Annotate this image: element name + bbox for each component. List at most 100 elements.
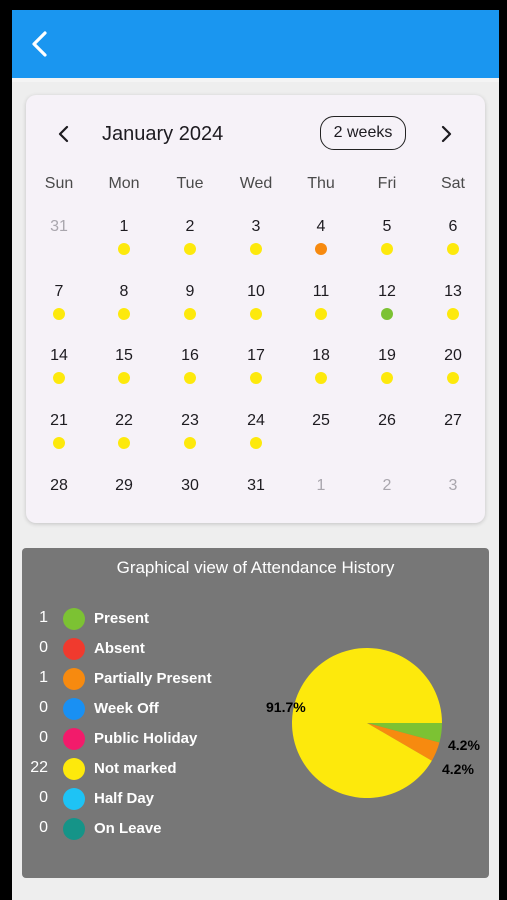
calendar-day-number: 5	[382, 218, 392, 235]
legend-label: On Leave	[94, 820, 162, 837]
calendar-day-number: 4	[316, 218, 326, 235]
calendar-day-number: 18	[312, 347, 330, 364]
attendance-pie-chart: 4.2% 4.2% 91.7%	[266, 648, 480, 798]
calendar-day-number: 31	[247, 477, 265, 494]
legend-color-dot	[63, 758, 85, 780]
calendar-day[interactable]: 22	[99, 411, 149, 461]
legend-label: Absent	[94, 640, 145, 657]
calendar-day[interactable]: 7	[34, 282, 84, 332]
legend-item-on-leave: 0 On Leave	[22, 816, 262, 842]
calendar-day[interactable]: 23	[165, 411, 215, 461]
attendance-marker-not-marked	[184, 243, 196, 255]
attendance-marker-not-marked	[447, 243, 459, 255]
attendance-marker-not-marked	[53, 437, 65, 449]
legend-color-dot	[63, 818, 85, 840]
calendar-day[interactable]: 17	[231, 346, 281, 396]
calendar-days-grid: 31 1 2 3 4 5 6 7 8 9 10 11 12 13 14 15 16 17 18 19 20 21 22 23 2…	[26, 95, 485, 523]
calendar-day[interactable]: 25	[296, 411, 346, 461]
calendar-day[interactable]: 5	[362, 217, 412, 267]
calendar-day-number: 1	[119, 218, 129, 235]
calendar-day[interactable]: 8	[99, 282, 149, 332]
legend-item-partially-present: 1 Partially Present	[22, 666, 262, 692]
calendar-day[interactable]: 27	[428, 411, 478, 461]
attendance-marker-not-marked	[184, 437, 196, 449]
legend-count: 0	[39, 819, 48, 836]
attendance-marker-not-marked	[118, 372, 130, 384]
attendance-marker-not-marked	[250, 243, 262, 255]
legend-count: 0	[39, 789, 48, 806]
calendar-day[interactable]: 31	[231, 476, 281, 526]
attendance-marker-partially-present	[315, 243, 327, 255]
legend-item-half-day: 0 Half Day	[22, 786, 262, 812]
calendar-day-number: 16	[181, 347, 199, 364]
attendance-marker-not-marked	[53, 308, 65, 320]
calendar-day[interactable]: 2	[362, 476, 412, 526]
calendar-day-number: 13	[444, 283, 462, 300]
calendar-day[interactable]: 13	[428, 282, 478, 332]
calendar-day[interactable]: 1	[296, 476, 346, 526]
calendar-day[interactable]: 3	[428, 476, 478, 526]
attendance-marker-not-marked	[315, 308, 327, 320]
calendar-day[interactable]: 4	[296, 217, 346, 267]
calendar-day-number: 7	[54, 283, 64, 300]
calendar-day-number: 6	[448, 218, 458, 235]
calendar-day[interactable]: 26	[362, 411, 412, 461]
calendar-day-number: 9	[185, 283, 195, 300]
app-bar-divider	[12, 78, 499, 82]
calendar-day-number: 29	[115, 477, 133, 494]
calendar-day-number: 3	[251, 218, 261, 235]
calendar-day-number: 12	[378, 283, 396, 300]
calendar-day[interactable]: 30	[165, 476, 215, 526]
calendar-day[interactable]: 1	[99, 217, 149, 267]
calendar-day-number: 8	[119, 283, 129, 300]
calendar-day[interactable]: 21	[34, 411, 84, 461]
calendar-day[interactable]: 9	[165, 282, 215, 332]
calendar-day[interactable]: 16	[165, 346, 215, 396]
attendance-history-card: Graphical view of Attendance History 1 Pr…	[22, 548, 489, 878]
attendance-marker-not-marked	[118, 308, 130, 320]
legend-item-public-holiday: 0 Public Holiday	[22, 726, 262, 752]
calendar-day[interactable]: 19	[362, 346, 412, 396]
calendar-day-number: 30	[181, 477, 199, 494]
calendar-day-number: 2	[185, 218, 195, 235]
calendar-day[interactable]: 20	[428, 346, 478, 396]
legend-label: Present	[94, 610, 150, 627]
calendar-day[interactable]: 3	[231, 217, 281, 267]
calendar-day[interactable]: 12	[362, 282, 412, 332]
calendar-day[interactable]: 31	[34, 217, 84, 267]
calendar-day[interactable]: 28	[34, 476, 84, 526]
calendar-day[interactable]: 14	[34, 346, 84, 396]
calendar-day-number: 2	[382, 477, 392, 494]
calendar-day-number: 25	[312, 412, 330, 429]
legend-color-dot	[63, 728, 85, 750]
calendar-day[interactable]: 11	[296, 282, 346, 332]
calendar-day-number: 14	[50, 347, 68, 364]
back-button[interactable]	[24, 28, 56, 60]
calendar-day[interactable]: 29	[99, 476, 149, 526]
attendance-marker-not-marked	[184, 308, 196, 320]
pie-slice-not-marked	[292, 648, 442, 798]
attendance-marker-not-marked	[250, 372, 262, 384]
calendar-day[interactable]: 6	[428, 217, 478, 267]
calendar-day[interactable]: 2	[165, 217, 215, 267]
calendar-day[interactable]: 24	[231, 411, 281, 461]
attendance-marker-not-marked	[447, 372, 459, 384]
legend-count: 22	[30, 759, 48, 776]
attendance-marker-not-marked	[250, 308, 262, 320]
calendar-day-number: 10	[247, 283, 265, 300]
calendar-day[interactable]: 15	[99, 346, 149, 396]
attendance-marker-not-marked	[381, 372, 393, 384]
legend-label: Half Day	[94, 790, 155, 807]
pie-data-label: 4.2%	[448, 737, 480, 753]
legend-color-dot	[63, 698, 85, 720]
calendar-day-number: 24	[247, 412, 265, 429]
calendar-day-number: 1	[316, 477, 326, 494]
calendar-day[interactable]: 10	[231, 282, 281, 332]
app-bar	[12, 10, 499, 78]
attendance-marker-not-marked	[250, 437, 262, 449]
calendar-day-number: 31	[50, 218, 68, 235]
legend-label: Public Holiday	[94, 730, 198, 747]
legend-count: 0	[39, 729, 48, 746]
legend-color-dot	[63, 668, 85, 690]
calendar-day[interactable]: 18	[296, 346, 346, 396]
